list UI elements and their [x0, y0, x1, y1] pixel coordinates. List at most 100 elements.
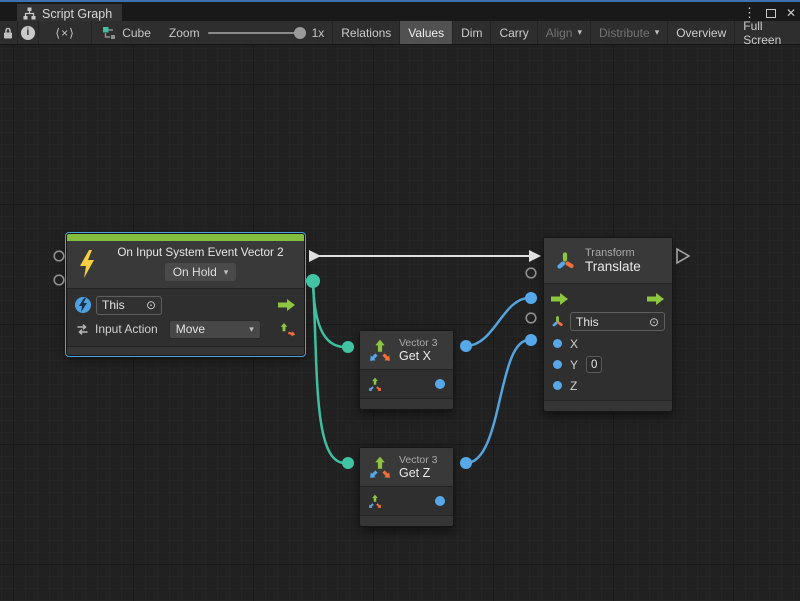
zoom-value: 1x — [312, 26, 325, 40]
vector3-icon-small — [368, 494, 382, 508]
node-title: Translate — [585, 259, 641, 274]
output-port-dot[interactable] — [435, 496, 445, 506]
input-action-label: Input Action — [95, 322, 158, 336]
edge-vector2-to-getz[interactable] — [313, 281, 345, 463]
event-accent-bar — [67, 234, 304, 241]
vector3-icon — [368, 455, 392, 479]
node-title: Get X — [399, 349, 438, 363]
node-category: Vector 3 — [399, 454, 438, 466]
translate-this-row: This ⊙ — [551, 310, 665, 333]
port-translate-y-input[interactable] — [526, 313, 536, 323]
node-category: Vector 3 — [399, 337, 438, 349]
title-bar: Script Graph ⋮ ✕ — [0, 0, 800, 21]
script-graph-window: Script Graph ⋮ ✕ i ⟨×⟩ Cube — [0, 0, 800, 601]
node-footer — [360, 398, 453, 409]
port-event-this-input[interactable] — [54, 251, 64, 261]
lock-icon — [2, 26, 14, 40]
toolbar-button-fullscreen[interactable]: Full Screen — [734, 21, 800, 44]
chevron-down-icon: ▾ — [655, 27, 660, 38]
edit-graph-button[interactable]: ⟨×⟩ — [39, 21, 92, 44]
flow-output-arrow-icon — [278, 299, 296, 311]
edge-getz-to-z[interactable] — [466, 340, 529, 463]
vector3-icon — [368, 338, 392, 362]
z-port-dot[interactable] — [553, 381, 562, 390]
port-getz-output[interactable] — [460, 457, 472, 469]
inspect-button[interactable]: i — [18, 21, 39, 44]
node-title: Get Z — [399, 466, 438, 480]
flow-input-arrow-icon — [551, 293, 569, 305]
vector2-port-icon — [279, 321, 296, 338]
zoom-control: Zoom 1x — [161, 21, 332, 44]
this-object-field[interactable]: This ⊙ — [96, 296, 162, 315]
transform-icon-small — [551, 315, 564, 328]
chevron-down-icon: ▾ — [224, 267, 229, 278]
flow-output-arrow-icon — [647, 293, 665, 305]
edge-getx-to-x[interactable] — [466, 298, 529, 346]
translate-flow-row — [551, 287, 665, 310]
translate-z-row: Z — [551, 375, 665, 396]
toolbar-button-dim[interactable]: Dim — [452, 21, 490, 44]
zoom-slider[interactable] — [208, 32, 304, 34]
event-this-row: This ⊙ — [75, 293, 296, 317]
toolbar-button-carry[interactable]: Carry — [490, 21, 536, 44]
output-port-dot[interactable] — [435, 379, 445, 389]
node-footer — [67, 346, 304, 355]
edge-vector2-to-getx[interactable] — [313, 281, 345, 347]
node-on-input-system-event[interactable]: On Input System Event Vector 2 On Hold ▾… — [66, 233, 305, 356]
graph-ref-icon — [102, 26, 116, 40]
event-action-row: Input Action Move ▾ — [75, 317, 296, 341]
this-object-field[interactable]: This ⊙ — [570, 312, 665, 331]
lightning-bolt-icon — [77, 250, 97, 278]
lock-button[interactable] — [0, 21, 18, 44]
flow-edge-start-arrow — [309, 250, 321, 262]
node-vector3-get-x[interactable]: Vector 3 Get X — [359, 330, 454, 410]
transform-icon — [554, 250, 576, 272]
object-picker-icon[interactable]: ⊙ — [649, 316, 659, 328]
input-action-dropdown[interactable]: Move ▾ — [169, 320, 261, 339]
getx-port-row — [360, 370, 453, 398]
maximize-icon[interactable] — [766, 9, 776, 18]
port-translate-z-input[interactable] — [525, 334, 537, 346]
node-transform-translate[interactable]: Transform Translate This — [543, 237, 673, 412]
toolbar-button-values[interactable]: Values — [399, 21, 452, 44]
zoom-slider-handle[interactable] — [294, 27, 306, 39]
toolbar: i ⟨×⟩ Cube Zoom 1x Relations Values Dim … — [0, 21, 800, 45]
port-translate-x-input[interactable] — [525, 292, 537, 304]
vector3-icon-small — [368, 377, 382, 391]
port-translate-flow-output[interactable] — [677, 249, 689, 263]
edit-graph-icon: ⟨×⟩ — [55, 26, 74, 40]
chevron-down-icon: ▾ — [249, 324, 254, 335]
node-title: On Input System Event Vector 2 — [117, 246, 283, 259]
chevron-down-icon: ▾ — [577, 27, 582, 38]
x-port-dot[interactable] — [553, 339, 562, 348]
port-translate-this-input[interactable] — [526, 268, 536, 278]
toolbar-button-align[interactable]: Align ▾ — [537, 21, 590, 44]
graph-canvas[interactable]: On Input System Event Vector 2 On Hold ▾… — [0, 45, 800, 601]
port-getx-input[interactable] — [342, 341, 354, 353]
node-category: Transform — [585, 247, 641, 259]
translate-y-row: Y 0 — [551, 354, 665, 375]
toolbar-button-relations[interactable]: Relations — [332, 21, 399, 44]
graph-name: Cube — [122, 26, 151, 40]
input-action-icon — [75, 322, 90, 337]
port-getz-input[interactable] — [342, 457, 354, 469]
toolbar-button-overview[interactable]: Overview — [667, 21, 734, 44]
object-picker-icon[interactable]: ⊙ — [146, 299, 156, 311]
port-getx-output[interactable] — [460, 340, 472, 352]
graph-reference[interactable]: Cube — [92, 21, 161, 44]
info-icon: i — [21, 26, 35, 40]
y-value-field[interactable]: 0 — [586, 356, 602, 373]
port-event-action-input[interactable] — [54, 275, 64, 285]
node-vector3-get-z[interactable]: Vector 3 Get Z — [359, 447, 454, 527]
node-footer — [360, 515, 453, 526]
flow-edge-end-arrow — [529, 250, 541, 262]
y-port-dot[interactable] — [553, 360, 562, 369]
toolbar-button-distribute[interactable]: Distribute ▾ — [590, 21, 667, 44]
node-footer — [544, 400, 672, 411]
graph-icon — [23, 7, 36, 20]
input-system-icon — [75, 297, 91, 313]
zoom-label: Zoom — [169, 26, 200, 40]
tab-label: Script Graph — [42, 7, 112, 21]
port-event-vector2-output[interactable] — [306, 274, 320, 288]
coroutine-dropdown[interactable]: On Hold ▾ — [165, 263, 237, 281]
